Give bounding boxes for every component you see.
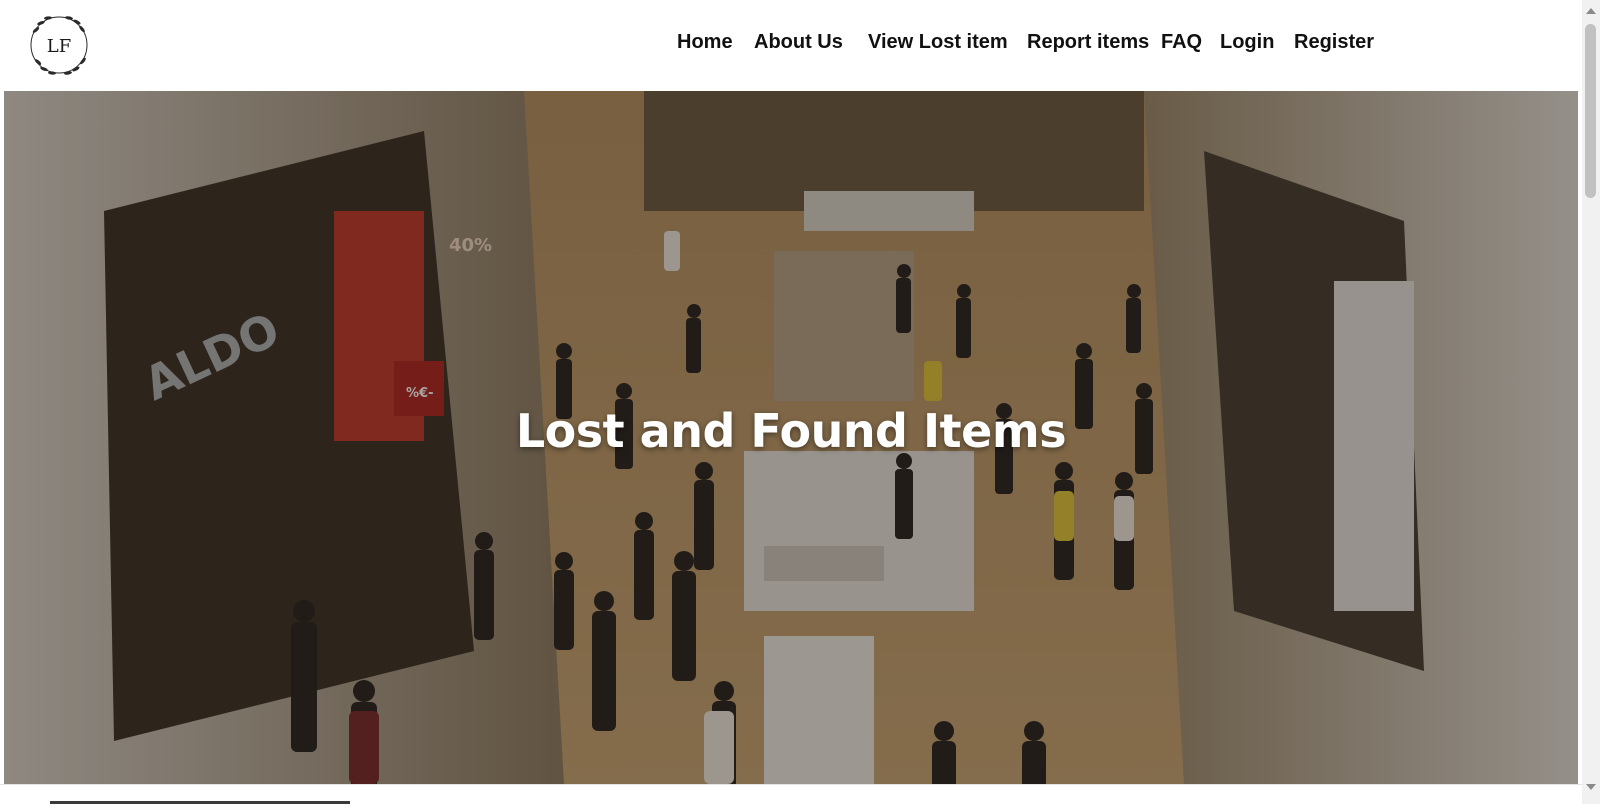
navbar: LF Home About Us View Lost item Report i…: [4, 0, 1578, 91]
browser-viewport: LF Home About Us View Lost item Report i…: [0, 0, 1600, 805]
nav-report-items-link[interactable]: Report items: [1027, 31, 1149, 54]
scroll-thumb[interactable]: [1585, 24, 1596, 198]
scroll-down-arrow-icon[interactable]: [1586, 784, 1596, 790]
hero-title: Lost and Found Items: [515, 404, 1067, 458]
nav-faq-link[interactable]: FAQ: [1161, 31, 1202, 54]
nav-links: Home About Us View Lost item Report item…: [4, 0, 1578, 91]
nav-about-us-link[interactable]: About Us: [754, 31, 843, 54]
vertical-scrollbar[interactable]: [1582, 0, 1600, 804]
scroll-up-arrow-icon[interactable]: [1586, 8, 1596, 14]
nav-home-link[interactable]: Home: [677, 31, 733, 54]
hero-banner: ALDO 40% %€- Lost and Found Items: [4, 91, 1578, 784]
nav-login-link[interactable]: Login: [1220, 31, 1274, 54]
nav-view-lost-item-link[interactable]: View Lost item: [868, 31, 1008, 54]
nav-register-link[interactable]: Register: [1294, 31, 1374, 54]
page: LF Home About Us View Lost item Report i…: [4, 0, 1578, 784]
